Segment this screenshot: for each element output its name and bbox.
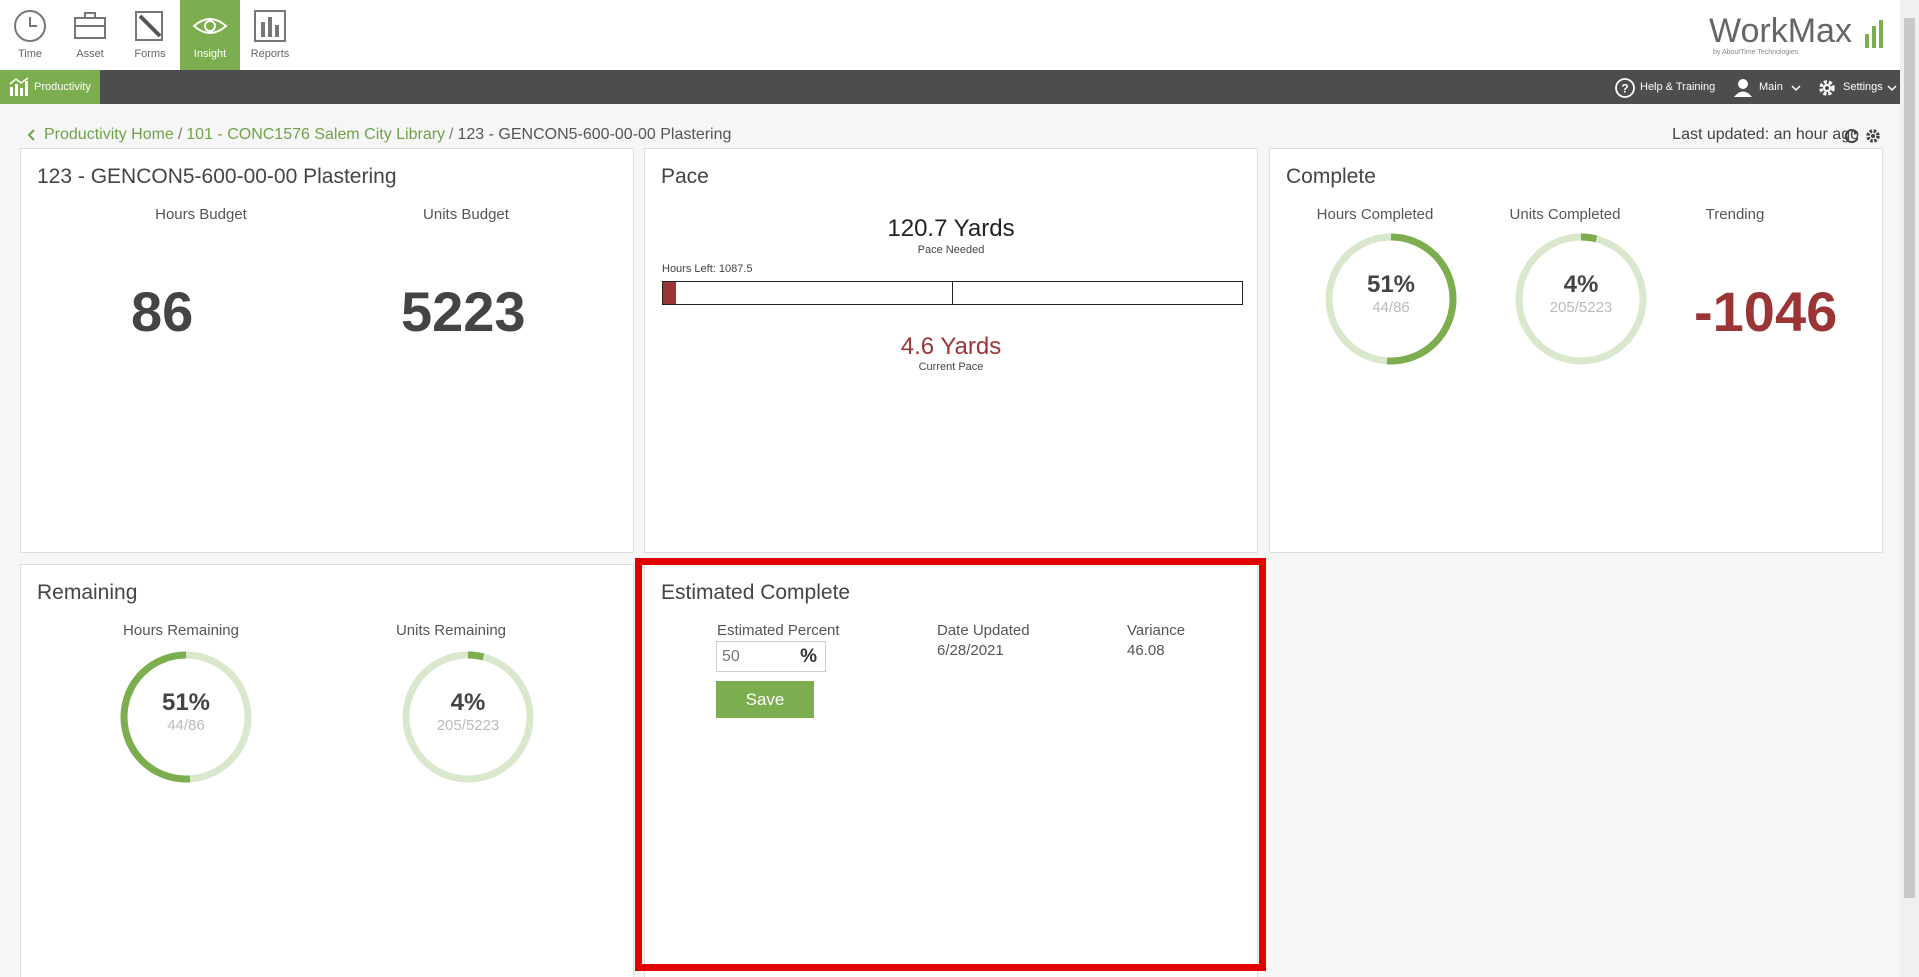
help-icon: ? (1615, 78, 1635, 98)
nav-asset[interactable]: Asset (60, 0, 120, 70)
units-completed-donut: 4% 205/5223 (1513, 231, 1649, 367)
breadcrumb-separator: / (177, 126, 183, 143)
breadcrumb-current: 123 - GENCON5-600-00-00 Plastering (457, 126, 732, 143)
productivity-label: Productivity (34, 81, 91, 93)
hours-remaining-donut: 51% 44/86 (118, 649, 254, 785)
remaining-panel-title: Remaining (37, 581, 138, 604)
complete-panel-title: Complete (1286, 165, 1376, 188)
settings-label: Settings (1843, 81, 1883, 93)
trending-label: Trending (1705, 206, 1765, 223)
productivity-chart-icon (9, 77, 29, 96)
breadcrumb-separator: / (449, 126, 454, 143)
help-label: Help & Training (1640, 81, 1716, 93)
chevron-left-icon[interactable] (26, 129, 38, 141)
pace-needed-label: Pace Needed (917, 244, 985, 256)
hours-budget-label: Hours Budget (155, 206, 247, 223)
units-remaining-percent: 4% (450, 689, 486, 716)
svg-text:?: ? (1621, 82, 1628, 96)
budget-panel: 123 - GENCON5-600-00-00 Plastering Hours… (20, 148, 634, 553)
nav-forms[interactable]: Forms (120, 0, 180, 70)
pace-panel-title: Pace (661, 165, 709, 188)
breadcrumb-project-link[interactable]: 101 - CONC1576 Salem City Library (186, 126, 445, 143)
chevron-down-icon (1791, 85, 1801, 92)
current-pace-label: Current Pace (918, 361, 984, 373)
pace-needed-value: 120.7 Yards (887, 215, 1015, 242)
units-remaining-fraction: 205/5223 (436, 717, 500, 734)
current-pace-value: 4.6 Yards (900, 333, 1002, 360)
highlight-box (635, 558, 1266, 971)
gear-icon (1819, 80, 1835, 96)
hours-completed-fraction: 44/86 (1372, 299, 1410, 316)
chart-icon (254, 10, 286, 42)
hours-remaining-percent: 51% (161, 689, 211, 716)
units-remaining-donut: 4% 205/5223 (400, 649, 536, 785)
trending-value: -1046 (1694, 280, 1838, 343)
briefcase-icon (74, 12, 106, 39)
last-updated-text: Last updated: an hour ago (1672, 126, 1859, 143)
hours-completed-percent: 51% (1366, 271, 1416, 298)
remaining-panel: Remaining Hours Remaining Units Remainin… (20, 564, 634, 977)
nav-time-label: Time (17, 48, 43, 60)
help-training-button[interactable]: ? Help & Training (1615, 70, 1715, 104)
pace-panel: Pace 120.7 Yards Pace Needed Hours Left:… (644, 148, 1258, 553)
user-menu[interactable]: Main (1733, 70, 1803, 104)
top-nav: Time Asset Forms Insight Reports WorkMax… (0, 0, 1919, 70)
nav-insight-label: Insight (193, 48, 227, 60)
nav-insight[interactable]: Insight (180, 0, 240, 70)
hours-budget-value: 86 (131, 280, 194, 343)
hours-remaining-fraction: 44/86 (167, 717, 205, 734)
hours-completed-label: Hours Completed (1316, 206, 1434, 223)
productivity-tab[interactable]: Productivity (0, 70, 100, 104)
chevron-down-icon (1887, 85, 1897, 92)
clock-icon (14, 10, 46, 42)
complete-panel: Complete Hours Completed Units Completed… (1269, 148, 1883, 553)
pace-bar (662, 281, 1243, 305)
units-completed-label: Units Completed (1509, 206, 1621, 223)
refresh-icon[interactable] (1844, 129, 1859, 144)
brand-text: WorkMax (1709, 12, 1852, 50)
units-completed-fraction: 205/5223 (1549, 299, 1613, 316)
scrollbar-thumb[interactable] (1904, 18, 1915, 898)
hours-completed-donut: 51% 44/86 (1323, 231, 1459, 367)
units-remaining-label: Units Remaining (395, 622, 507, 639)
units-budget-value: 5223 (401, 280, 526, 343)
pace-bar-midpoint (952, 282, 953, 304)
breadcrumb-home-link[interactable]: Productivity Home (44, 126, 174, 143)
hours-remaining-label: Hours Remaining (123, 622, 239, 639)
updated-controls (1844, 129, 1880, 144)
hours-left-text: Hours Left: 1087.5 (662, 263, 753, 275)
brand-sub-text: by AboutTime Technologies (1713, 49, 1799, 56)
settings-menu[interactable]: Settings (1817, 70, 1897, 104)
pace-bar-fill (663, 282, 676, 304)
units-budget-label: Units Budget (423, 206, 509, 223)
workmax-logo: WorkMax by AboutTime Technologies (1709, 12, 1883, 56)
units-completed-percent: 4% (1563, 271, 1599, 298)
nav-time[interactable]: Time (0, 0, 60, 70)
user-label: Main (1759, 81, 1783, 93)
nav-reports[interactable]: Reports (240, 0, 300, 70)
breadcrumb: Productivity Home/101 - CONC1576 Salem C… (26, 126, 731, 144)
budget-panel-title: 123 - GENCON5-600-00-00 Plastering (37, 165, 397, 188)
nav-asset-label: Asset (76, 48, 104, 60)
page-scrollbar[interactable] (1900, 0, 1919, 977)
pencil-form-icon (135, 11, 163, 41)
nav-reports-label: Reports (250, 48, 290, 60)
eye-icon (192, 18, 228, 34)
user-icon (1734, 79, 1752, 97)
gear-icon[interactable] (1866, 129, 1880, 143)
toolbar: Productivity ? Help & Training Main Sett… (0, 70, 1900, 104)
nav-forms-label: Forms (134, 48, 166, 60)
